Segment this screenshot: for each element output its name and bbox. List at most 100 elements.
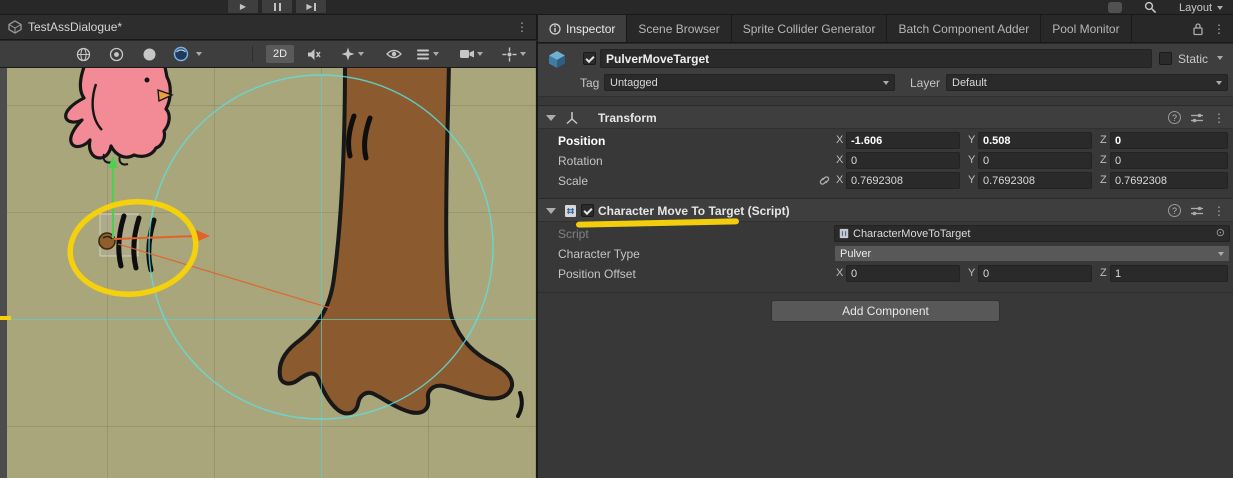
layout-dropdown[interactable]: Layout (1179, 2, 1223, 14)
tab-menu-icon[interactable]: ⋮ (516, 21, 528, 33)
tab-sprite-collider-generator[interactable]: Sprite Collider Generator (732, 15, 888, 42)
script-object-field[interactable]: CharacterMoveToTarget ⊙ (834, 225, 1230, 242)
position-x-field[interactable]: -1.606 (846, 132, 960, 149)
component-menu-icon[interactable]: ⋮ (1213, 205, 1225, 217)
effects-icon[interactable] (337, 44, 359, 64)
shaded-sphere-tool-icon[interactable] (170, 44, 192, 64)
tab-batch-component-adder[interactable]: Batch Component Adder (887, 15, 1041, 42)
gizmo-axis-icon[interactable] (498, 44, 520, 64)
layer-label: Layer (910, 76, 940, 90)
help-icon[interactable]: ? (1168, 204, 1181, 217)
static-checkbox[interactable] (1159, 52, 1172, 65)
camera-dropdown-caret-icon[interactable] (477, 52, 483, 56)
layers-dropdown-caret-icon[interactable] (433, 52, 439, 56)
foldout-icon[interactable] (546, 208, 556, 214)
position-z-field[interactable]: 0 (1110, 132, 1228, 149)
inspector-menu-icon[interactable]: ⋮ (1213, 23, 1225, 35)
component-menu-icon[interactable]: ⋮ (1213, 112, 1225, 124)
tool-dropdown-caret-icon[interactable] (196, 52, 202, 56)
offset-z-value: 1 (1115, 268, 1121, 280)
scene-viewport[interactable] (0, 68, 537, 478)
scale-x-value: 0.7692308 (851, 175, 903, 187)
transform-header-controls: ? ⋮ (1168, 111, 1225, 124)
scale-label: Scale (558, 174, 588, 188)
rotation-z-field[interactable]: 0 (1110, 152, 1228, 169)
lock-icon[interactable] (1192, 22, 1204, 36)
bird-sprite[interactable] (66, 68, 172, 165)
character-type-label: Character Type (558, 247, 640, 261)
effects-dropdown-caret-icon[interactable] (358, 52, 364, 56)
axis-y-label: Y (968, 134, 975, 146)
tab-label: Inspector (566, 22, 615, 36)
add-component-button[interactable]: Add Component (771, 300, 1000, 322)
gameobject-name-field[interactable]: PulverMoveTarget (600, 49, 1152, 68)
step-button[interactable]: ▶ (295, 0, 327, 14)
presets-icon[interactable] (1190, 205, 1204, 217)
position-x-value: -1.606 (851, 135, 882, 147)
position-offset-label: Position Offset (558, 267, 636, 281)
script-enabled-checkbox[interactable] (581, 204, 594, 217)
position-y-value: 0.508 (983, 135, 1011, 147)
scale-x-field[interactable]: 0.7692308 (846, 172, 960, 189)
tab-inspector[interactable]: Inspector (538, 15, 627, 42)
object-picker-icon[interactable]: ⊙ (1216, 228, 1225, 239)
rotation-x-field[interactable]: 0 (846, 152, 960, 169)
tree-sprite[interactable] (280, 68, 522, 416)
offset-z-field[interactable]: 1 (1110, 265, 1228, 282)
offset-y-field[interactable]: 0 (978, 265, 1092, 282)
scale-y-field[interactable]: 0.7692308 (978, 172, 1092, 189)
tab-label: Batch Component Adder (898, 22, 1029, 36)
axis-y-label: Y (968, 174, 975, 186)
step-icon: ▶ (306, 3, 312, 11)
help-icon[interactable]: ? (1168, 111, 1181, 124)
rotation-label: Rotation (558, 154, 603, 168)
search-button[interactable] (1144, 1, 1157, 14)
ring-tool-icon[interactable] (105, 44, 127, 64)
chevron-down-icon (1216, 81, 1222, 85)
position-y-field[interactable]: 0.508 (978, 132, 1092, 149)
tab-scene-browser[interactable]: Scene Browser (627, 15, 731, 42)
scale-z-field[interactable]: 0.7692308 (1110, 172, 1228, 189)
gizmo-dropdown-caret-icon[interactable] (520, 52, 526, 56)
character-type-dropdown[interactable]: Pulver (834, 245, 1230, 262)
static-dropdown-caret-icon[interactable] (1217, 56, 1223, 60)
tab-pool-monitor[interactable]: Pool Monitor (1041, 15, 1131, 42)
filled-circle-tool-icon[interactable] (138, 44, 160, 64)
transform-header[interactable]: Transform ? ⋮ (538, 105, 1233, 129)
layer-dropdown[interactable]: Default (946, 74, 1228, 91)
camera-icon[interactable] (456, 44, 478, 64)
axis-y-label: Y (968, 267, 975, 279)
inspector-tab-bar: Inspector Scene Browser Sprite Collider … (538, 15, 1233, 43)
toolbar-separator (252, 46, 253, 62)
scene-tab[interactable]: TestAssDialogue* (28, 20, 122, 34)
presets-icon[interactable] (1190, 112, 1204, 124)
script-header-controls: ? ⋮ (1168, 204, 1225, 217)
rotation-y-field[interactable]: 0 (978, 152, 1092, 169)
axis-x-label: X (836, 174, 843, 186)
visibility-eye-icon[interactable] (383, 44, 405, 64)
tag-dropdown[interactable]: Untagged (604, 74, 895, 91)
active-checkbox[interactable] (583, 52, 596, 65)
layers-icon[interactable] (412, 44, 434, 64)
position-offset-row: Position Offset X 0 Y 0 Z 1 (538, 264, 1233, 284)
offset-x-field[interactable]: 0 (846, 265, 960, 282)
chevron-down-icon (1217, 6, 1223, 10)
pause-icon (274, 3, 281, 11)
rotation-x-value: 0 (851, 155, 857, 167)
tag-label: Tag (580, 76, 599, 90)
draw-mode-globe-icon[interactable] (72, 44, 94, 64)
play-button[interactable]: ▶ (227, 0, 259, 14)
script-component-header[interactable]: Character Move To Target (Script) ? ⋮ (538, 198, 1233, 222)
character-type-value: Pulver (840, 248, 871, 260)
position-z-value: 0 (1115, 135, 1121, 147)
link-constrain-icon[interactable] (818, 174, 831, 187)
audio-mute-icon[interactable] (303, 44, 325, 64)
move-gizmo[interactable] (108, 156, 330, 308)
2d-mode-button[interactable]: 2D (266, 45, 294, 63)
info-icon (549, 23, 561, 35)
pause-button[interactable] (261, 0, 293, 14)
services-icon[interactable] (1108, 2, 1122, 13)
component-divider (538, 292, 1233, 293)
chevron-down-icon (883, 81, 889, 85)
foldout-icon[interactable] (546, 115, 556, 121)
